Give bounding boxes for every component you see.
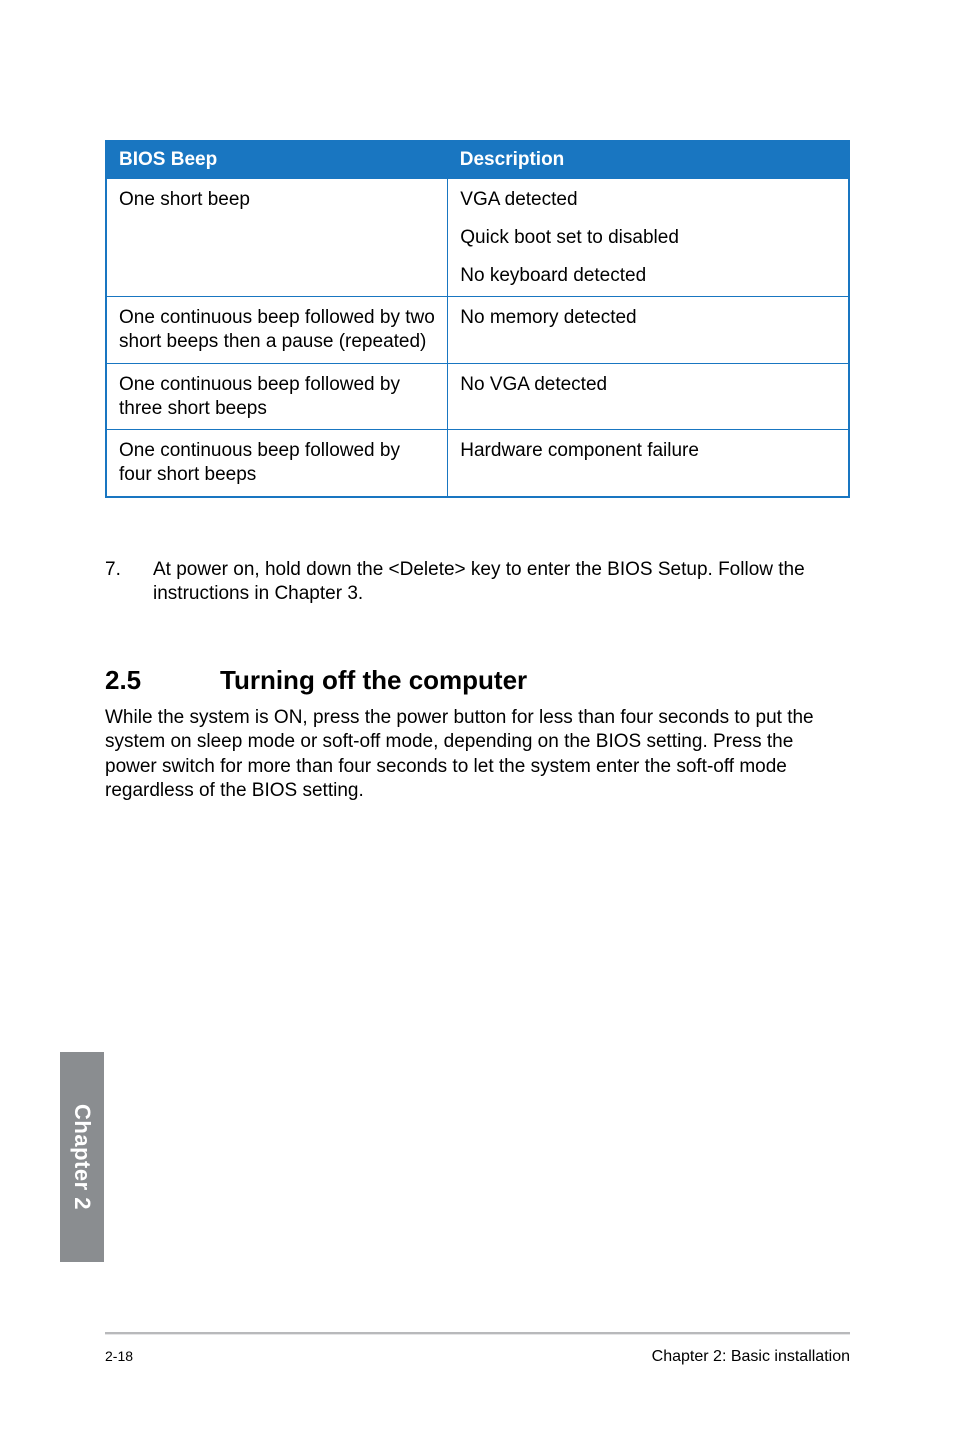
table-row: One continuous beep followed by two shor… <box>106 297 849 364</box>
cell-beep: One continuous beep followed by three sh… <box>106 363 448 430</box>
cell-desc: VGA detected Quick boot set to disabled … <box>448 179 849 297</box>
section-title: Turning off the computer <box>220 665 527 696</box>
page-number: 2-18 <box>105 1348 133 1366</box>
footer-chapter: Chapter 2: Basic installation <box>652 1348 850 1366</box>
footer: 2-18 Chapter 2: Basic installation <box>105 1348 850 1366</box>
header-description: Description <box>448 141 849 179</box>
header-bios-beep: BIOS Beep <box>106 141 448 179</box>
cell-beep: One continuous beep followed by four sho… <box>106 430 448 497</box>
numbered-step: 7. At power on, hold down the <Delete> k… <box>105 558 850 607</box>
table-row: One short beep VGA detected Quick boot s… <box>106 179 849 297</box>
cell-beep: One short beep <box>106 179 448 297</box>
desc-line: VGA detected <box>460 188 838 212</box>
chapter-tab-label: Chapter 2 <box>69 1104 95 1210</box>
section-number: 2.5 <box>105 665 220 696</box>
desc-line: No keyboard detected <box>460 264 838 288</box>
bios-beep-table: BIOS Beep Description One short beep VGA… <box>105 140 850 498</box>
section-body: While the system is ON, press the power … <box>105 706 850 803</box>
step-text: At power on, hold down the <Delete> key … <box>153 558 850 607</box>
section-heading: 2.5 Turning off the computer <box>105 665 850 696</box>
page-content: BIOS Beep Description One short beep VGA… <box>105 140 850 803</box>
table-header-row: BIOS Beep Description <box>106 141 849 179</box>
cell-beep: One continuous beep followed by two shor… <box>106 297 448 364</box>
table-row: One continuous beep followed by three sh… <box>106 363 849 430</box>
table-row: One continuous beep followed by four sho… <box>106 430 849 497</box>
chapter-tab: Chapter 2 <box>60 1052 104 1262</box>
desc-line: Quick boot set to disabled <box>460 226 838 250</box>
cell-desc: Hardware component failure <box>448 430 849 497</box>
cell-desc: No memory detected <box>448 297 849 364</box>
footer-rule <box>105 1332 850 1335</box>
step-number: 7. <box>105 558 153 607</box>
cell-desc: No VGA detected <box>448 363 849 430</box>
